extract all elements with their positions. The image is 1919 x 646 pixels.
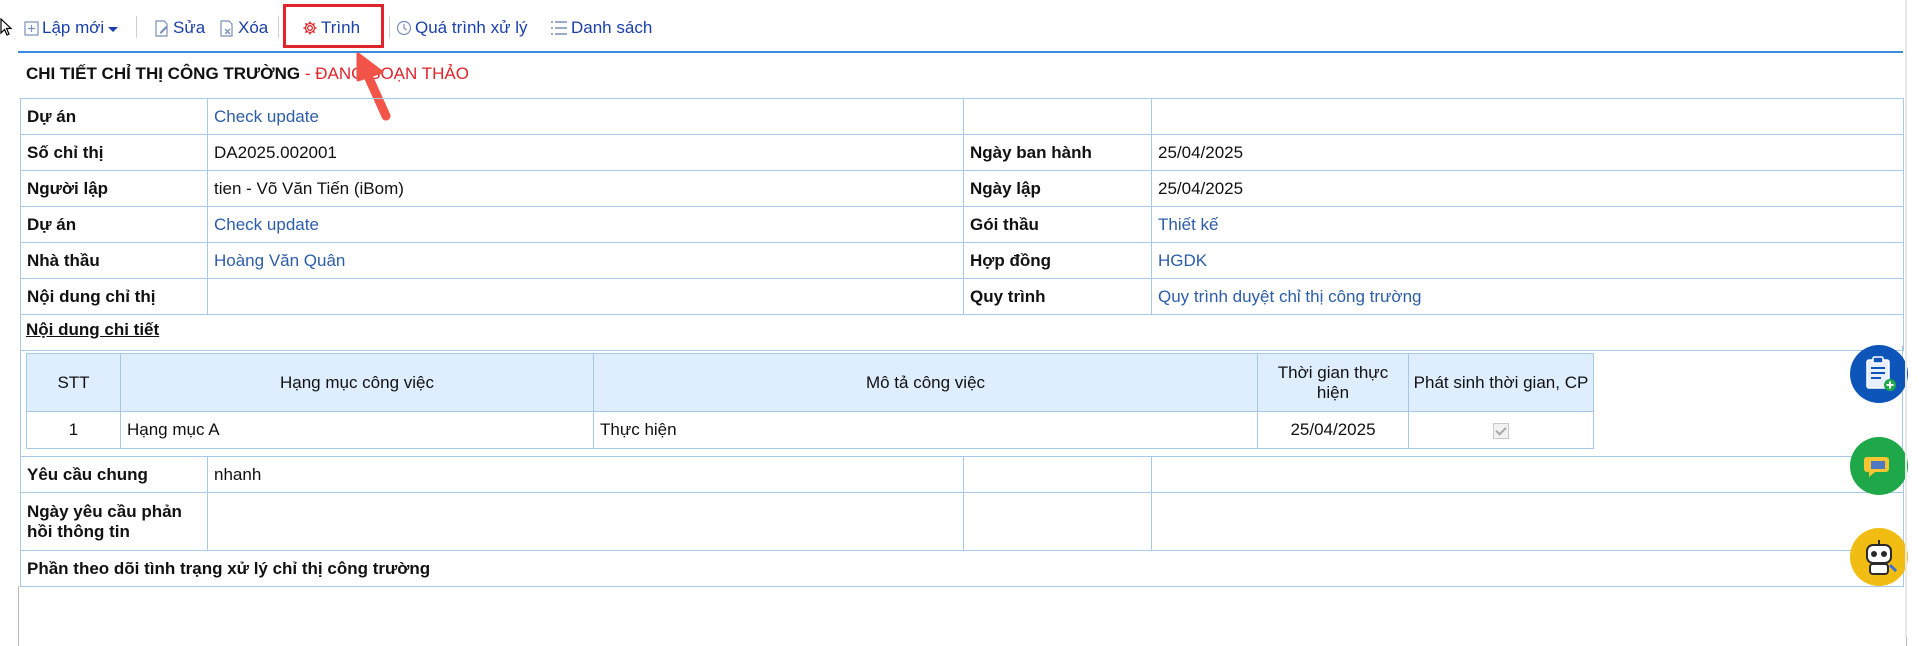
column-header: STT [26,353,121,412]
clipboard-add-icon [1866,356,1896,391]
chat-button[interactable] [1850,437,1908,495]
du-an-label: Dự án [20,98,208,135]
edit-doc-icon [155,19,168,37]
yeu-cau-label: Yêu cầu chung [20,456,208,493]
table-row: Yêu cầu chung nhanh [20,456,1904,493]
ngay-lap-value: 25/04/2025 [1151,170,1904,207]
list-button[interactable]: Danh sách [550,15,652,41]
detail-table: Dự án Check update Số chỉ thị DA2025.002… [20,98,1904,351]
column-header: Hạng mục công việc [120,353,594,412]
empty-cell [1151,98,1904,135]
new-button[interactable]: Lập mới [24,15,122,41]
goi-thau-link[interactable]: Thiết kế [1151,206,1904,243]
nguoi-lap-value: tien - Võ Văn Tiến (iBom) [207,170,964,207]
nha-thau-link[interactable]: Hoàng Văn Quân [207,242,964,279]
goi-thau-label: Gói thầu [963,206,1152,243]
so-chi-thi-label: Số chỉ thị [20,134,208,171]
clipboard-add-button[interactable] [1850,345,1908,403]
toolbar: Lập mới Sửa Xóa Trình Quá trình xử lý Da… [0,0,1905,53]
hang-muc-cell: Hạng mục A [120,411,594,449]
details-header-row: STT Hạng mục công việc Mô tả công việc T… [26,353,1594,412]
requirements-table: Yêu cầu chung nhanh Ngày yêu cầu phản hồ… [20,456,1904,587]
empty-cell [963,98,1152,135]
table-row: Người lập tien - Võ Văn Tiến (iBom) Ngày… [20,170,1904,207]
noi-dung-value [207,278,964,315]
cursor-icon [0,18,12,36]
ngay-ban-hanh-value: 25/04/2025 [1151,134,1904,171]
table-row: Dự án Check update Gói thầu Thiết kế [20,206,1904,243]
page-title: CHI TIẾT CHỈ THỊ CÔNG TRƯỜNG - ĐANG SOẠN… [26,64,469,84]
hop-dong-link[interactable]: HGDK [1151,242,1904,279]
scrollbar[interactable] [1905,0,1907,637]
caret-down-icon [108,27,119,32]
page-title-text: CHI TIẾT CHỈ THỊ CÔNG TRƯỜNG [26,64,301,83]
table-row: Nhà thầu Hoàng Văn Quân Hợp đồng HGDK [20,242,1904,279]
delete-doc-icon [220,19,233,37]
table-row: Nội dung chỉ thị Quy trình Quy trình duy… [20,278,1904,315]
column-header: Thời gian thực hiện [1257,353,1409,412]
du-an-2-link[interactable]: Check update [207,206,964,243]
table-row: Dự án Check update [20,98,1904,135]
add-icon [24,20,39,36]
empty-cell [963,456,1152,493]
ngay-yeu-cau-label: Ngày yêu cầu phản hồi thông tin [20,492,208,551]
submit-button[interactable]: Trình [302,15,360,41]
process-history-button[interactable]: Quá trình xử lý [396,15,527,41]
table-row: Phần theo dõi tình trạng xử lý chỉ thị c… [20,550,1904,587]
tracking-area [18,586,1907,646]
toolbar-divider [278,16,279,38]
tracking-label: Phần theo dõi tình trạng xử lý chỉ thị c… [20,550,1904,587]
toolbar-divider-line [18,51,1903,53]
phat-sinh-checkbox [1493,422,1509,439]
table-row: Số chỉ thị DA2025.002001 Ngày ban hành 2… [20,134,1904,171]
details-table: STT Hạng mục công việc Mô tả công việc T… [26,353,1594,449]
robot-assistant-button[interactable] [1850,528,1908,586]
details-section-title: Nội dung chi tiết [26,320,160,339]
column-header: Phát sinh thời gian, CP [1408,353,1594,412]
yeu-cau-value: nhanh [207,456,964,493]
quy-trinh-link[interactable]: Quy trình duyệt chỉ thị công trường [1151,278,1904,315]
toolbar-divider [389,16,390,38]
list-button-label: Danh sách [571,18,653,37]
ngay-yeu-cau-value [207,492,964,551]
nha-thau-label: Nhà thầu [20,242,208,279]
nguoi-lap-label: Người lập [20,170,208,207]
edit-button[interactable]: Sửa [154,15,205,41]
ngay-lap-label: Ngày lập [963,170,1152,207]
phat-sinh-cell [1408,411,1594,449]
list-icon [551,21,567,35]
column-header: Mô tả công việc [593,353,1258,412]
noi-dung-label: Nội dung chỉ thị [20,278,208,315]
gear-icon [303,21,317,35]
empty-cell [1151,492,1904,551]
toolbar-divider [136,16,137,38]
process-history-label: Quá trình xử lý [415,18,528,37]
new-button-label: Lập mới [42,18,105,37]
edit-button-label: Sửa [173,18,206,37]
quy-trinh-label: Quy trình [963,278,1152,315]
mo-ta-cell: Thực hiện [593,411,1258,449]
stt-cell: 1 [26,411,121,449]
chat-icon [1864,457,1889,477]
table-row: 1 Hạng mục A Thực hiện 25/04/2025 [26,411,1594,449]
delete-button-label: Xóa [238,18,269,37]
delete-button[interactable]: Xóa [219,15,268,41]
thoi-gian-cell: 25/04/2025 [1257,411,1409,449]
hop-dong-label: Hợp đồng [963,242,1152,279]
so-chi-thi-value: DA2025.002001 [207,134,964,171]
clock-icon [396,20,412,36]
empty-cell [963,492,1152,551]
du-an-link[interactable]: Check update [207,98,964,135]
submit-button-label: Trình [321,18,361,37]
robot-icon [1866,540,1898,575]
ngay-ban-hanh-label: Ngày ban hành [963,134,1152,171]
empty-cell [1151,456,1904,493]
du-an-2-label: Dự án [20,206,208,243]
table-row: Ngày yêu cầu phản hồi thông tin [20,492,1904,551]
